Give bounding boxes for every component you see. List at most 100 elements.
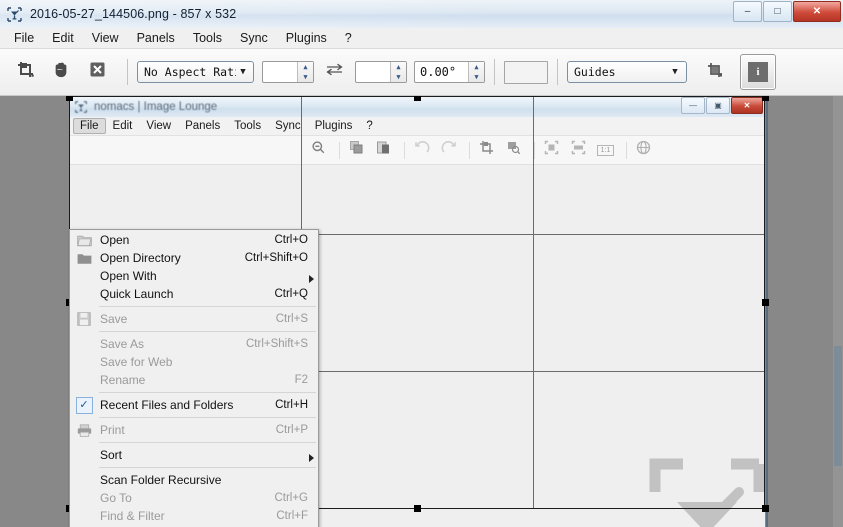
aspect-ratio-select[interactable]: No Aspect Ratio ▼ [137, 61, 254, 83]
file-menu-item-open[interactable]: OpenCtrl+O [70, 231, 318, 249]
inner-menu-panels[interactable]: Panels [178, 118, 227, 134]
file-menu-item-shortcut: Ctrl+F [276, 510, 318, 522]
file-menu-item-shortcut: Ctrl+G [274, 492, 318, 504]
swap-arrows-icon[interactable] [325, 63, 344, 81]
file-menu-item-open-directory[interactable]: Open DirectoryCtrl+Shift+O [70, 249, 318, 267]
menu-item-no-icon [70, 489, 98, 507]
redo-icon [441, 140, 457, 160]
nomacs-watermark-logo [649, 458, 765, 527]
crop-width-input[interactable]: ▲ ▼ [262, 61, 314, 83]
aspect-ratio-value: No Aspect Ratio [144, 65, 236, 79]
vertical-scrollbar-thumb[interactable] [834, 346, 842, 466]
menu-panels[interactable]: Panels [128, 29, 184, 47]
checkbox-checked-icon: ✓ [70, 396, 98, 414]
menu-item-no-icon [70, 267, 98, 285]
inner-maximize-button[interactable]: ▣ [706, 97, 730, 114]
cancel-crop-button[interactable] [82, 57, 112, 87]
zoom-out-button[interactable] [307, 139, 330, 162]
crop-handle-top-left[interactable] [66, 96, 73, 101]
crop-height-input[interactable]: ▲ ▼ [355, 61, 407, 83]
stepper-up-icon[interactable]: ▲ [469, 62, 484, 72]
image-info-button[interactable]: i [740, 54, 776, 90]
file-menu-item-shortcut: Ctrl+H [275, 399, 318, 411]
paste-button[interactable] [372, 139, 395, 162]
minimize-button[interactable]: – [733, 1, 762, 22]
inner-minimize-button[interactable]: — [681, 97, 705, 114]
crop-handle-top-center[interactable] [414, 96, 421, 101]
globe-button[interactable] [632, 139, 655, 162]
resize-button[interactable] [502, 139, 525, 162]
stepper-down-icon[interactable]: ▼ [298, 72, 313, 82]
menu-edit[interactable]: Edit [43, 29, 83, 47]
inner-menu-help[interactable]: ? [359, 118, 379, 134]
crop-handle-top-right[interactable] [762, 96, 769, 101]
file-menu-item-save: SaveCtrl+S [70, 310, 318, 328]
chevron-down-icon: ▼ [667, 62, 683, 82]
stepper-down-icon[interactable]: ▼ [391, 72, 406, 82]
file-menu-separator [99, 392, 316, 393]
image-right-edge [766, 96, 768, 527]
inner-menu-view[interactable]: View [139, 118, 178, 134]
crop-handle-bottom-center[interactable] [414, 505, 421, 512]
pan-tool-button[interactable] [46, 57, 76, 87]
maximize-button[interactable]: □ [763, 1, 792, 22]
undo-button[interactable] [410, 139, 433, 162]
menu-view[interactable]: View [83, 29, 128, 47]
menu-help[interactable]: ? [336, 29, 361, 47]
stepper-down-icon[interactable]: ▼ [469, 72, 484, 82]
rotation-angle-stepper[interactable]: ▲ ▼ [468, 62, 484, 82]
file-menu-item-label: Save [98, 312, 276, 326]
file-menu-item-label: Save for Web [98, 355, 308, 369]
menu-sync[interactable]: Sync [231, 29, 277, 47]
menu-tools[interactable]: Tools [184, 29, 231, 47]
file-menu-item-label: Scan Folder Recursive [98, 473, 308, 487]
crop-toolbar: No Aspect Ratio ▼ ▲ ▼ ▲ ▼ [0, 49, 843, 96]
inner-toolbar-separator-1 [339, 142, 340, 159]
inner-menu-plugins[interactable]: Plugins [308, 118, 360, 134]
file-menu-separator [99, 306, 316, 307]
file-menu-item-label: Open Directory [98, 251, 245, 265]
inner-window-title: nomacs | Image Lounge [94, 101, 217, 113]
nomacs-logo-icon [74, 100, 88, 114]
redo-button[interactable] [437, 139, 460, 162]
close-button[interactable]: ✕ [793, 1, 841, 22]
inner-menu-sync[interactable]: Sync [268, 118, 308, 134]
guides-value: Guides [574, 65, 667, 79]
crop-color-swatch[interactable] [504, 61, 548, 84]
file-menu-item-find-filter: Find & FilterCtrl+F [70, 507, 318, 525]
file-menu-popup[interactable]: OpenCtrl+OOpen DirectoryCtrl+Shift+OOpen… [69, 229, 319, 527]
inner-toolbar-separator-4 [534, 142, 535, 159]
file-menu-item-recent-files-and-folders[interactable]: ✓Recent Files and FoldersCtrl+H [70, 396, 318, 414]
file-menu-item-quick-launch[interactable]: Quick LaunchCtrl+Q [70, 285, 318, 303]
crop-width-stepper[interactable]: ▲ ▼ [297, 62, 313, 82]
file-menu-item-open-with[interactable]: Open With [70, 267, 318, 285]
menu-plugins[interactable]: Plugins [277, 29, 336, 47]
apply-crop-button[interactable] [699, 57, 729, 87]
crop-tool-button[interactable] [10, 57, 40, 87]
copy-button[interactable] [345, 139, 368, 162]
file-menu-item-scan-folder-recursive[interactable]: Scan Folder Recursive [70, 471, 318, 489]
menu-file[interactable]: File [5, 29, 43, 47]
stepper-up-icon[interactable]: ▲ [391, 62, 406, 72]
fit-frame-button[interactable] [567, 139, 590, 162]
file-menu-item-sort[interactable]: Sort [70, 446, 318, 464]
crop-height-stepper[interactable]: ▲ ▼ [390, 62, 406, 82]
vertical-scrollbar[interactable] [833, 96, 843, 527]
inner-close-button[interactable]: ✕ [731, 97, 763, 114]
stepper-up-icon[interactable]: ▲ [298, 62, 313, 72]
outer-window-controls: – □ ✕ [733, 1, 841, 22]
inner-crop-button[interactable] [475, 139, 498, 162]
inner-menu-tools[interactable]: Tools [227, 118, 268, 134]
fit-window-button[interactable] [540, 139, 563, 162]
crop-handle-bottom-right[interactable] [762, 505, 769, 512]
inner-menu-file[interactable]: File [73, 118, 106, 134]
rotation-angle-input[interactable]: 0.00° ▲ ▼ [414, 61, 485, 83]
guides-select[interactable]: Guides ▼ [567, 61, 687, 83]
crop-handle-middle-right[interactable] [762, 299, 769, 306]
crop-icon [16, 60, 35, 84]
file-menu-item-label: Rename [98, 373, 295, 387]
inner-menu-edit[interactable]: Edit [106, 118, 140, 134]
apply-crop-icon [706, 61, 723, 83]
image-canvas[interactable]: nomacs | Image Lounge — ▣ ✕ File Edit Vi… [0, 96, 843, 527]
zoom-100-button[interactable]: 1:1 [594, 139, 617, 162]
